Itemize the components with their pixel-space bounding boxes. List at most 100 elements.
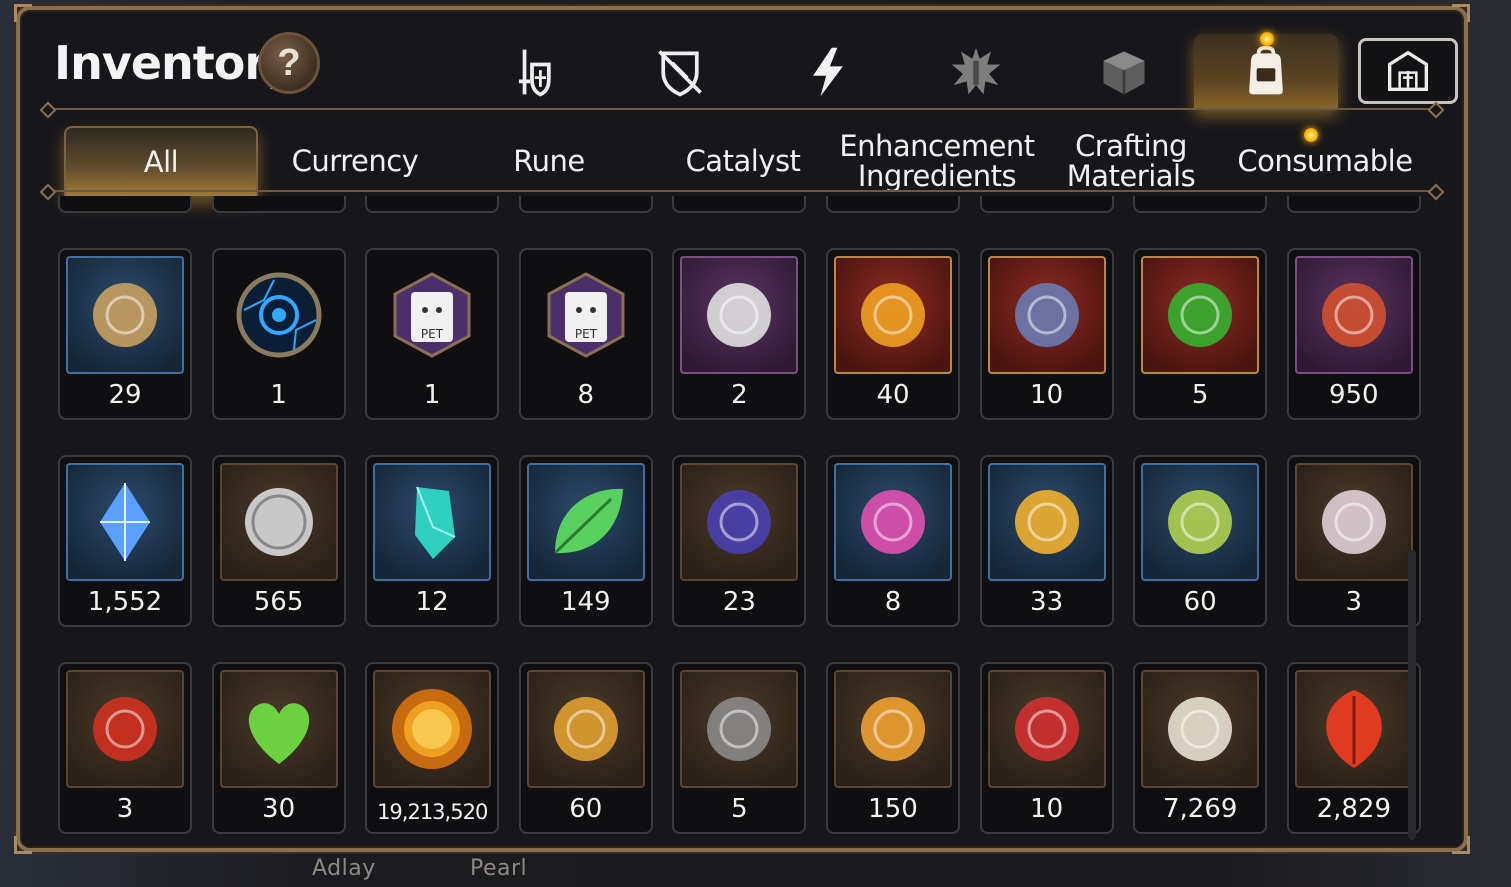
item-slot[interactable]: 5 bbox=[672, 662, 807, 834]
item-slot[interactable]: 12 bbox=[365, 455, 500, 627]
item-slot[interactable]: 565 bbox=[211, 455, 346, 627]
item-slot[interactable]: 8 bbox=[826, 455, 960, 627]
emblem-tab[interactable] bbox=[904, 34, 1048, 110]
item-slot[interactable]: 1 bbox=[211, 248, 346, 420]
skill-tab[interactable] bbox=[756, 34, 900, 110]
item-slot-partial[interactable] bbox=[1286, 196, 1421, 213]
item-count: 2 bbox=[731, 380, 748, 410]
item-slot-partial[interactable] bbox=[211, 196, 346, 213]
item-slot[interactable]: 33 bbox=[979, 455, 1114, 627]
item-thumbnail bbox=[680, 256, 799, 374]
item-slot-partial[interactable] bbox=[826, 196, 960, 213]
item-slot[interactable]: 19,213,520 bbox=[365, 662, 500, 834]
item-slot[interactable]: PET 8 bbox=[518, 248, 653, 420]
silver-coin-icon bbox=[244, 488, 313, 556]
item-slot[interactable]: 150 bbox=[826, 662, 960, 834]
guild-tab[interactable] bbox=[1358, 38, 1458, 104]
item-thumbnail bbox=[1294, 256, 1413, 374]
materials-tab[interactable] bbox=[1052, 34, 1196, 110]
bag-tab[interactable] bbox=[1194, 32, 1338, 110]
pet-food-bag-icon: PET bbox=[393, 272, 471, 358]
item-slot[interactable]: 60 bbox=[1133, 455, 1268, 627]
item-count: 40 bbox=[876, 380, 910, 410]
item-slot[interactable]: 950 bbox=[1286, 248, 1421, 420]
item-count: 2,829 bbox=[1316, 794, 1392, 824]
item-thumbnail bbox=[66, 256, 184, 374]
item-slot[interactable]: 10 bbox=[979, 248, 1114, 420]
item-count: 565 bbox=[253, 587, 304, 617]
item-slot-partial[interactable] bbox=[518, 196, 653, 213]
ginseng-root-icon bbox=[93, 283, 157, 347]
lightning-icon bbox=[813, 47, 843, 97]
item-grid-scrollbar[interactable] bbox=[1408, 550, 1416, 840]
blue-rune-orb-icon bbox=[236, 272, 322, 358]
inventory-panel: Inventory ? All Currency Rune Catalyst E… bbox=[14, 4, 1470, 854]
item-thumbnail bbox=[1141, 670, 1260, 788]
item-slot-partial[interactable] bbox=[58, 196, 192, 213]
equipment-tab[interactable] bbox=[460, 34, 604, 110]
item-thumbnail bbox=[373, 463, 492, 581]
item-thumbnail bbox=[220, 256, 338, 374]
red-banner-icon bbox=[1014, 697, 1079, 761]
green-leaf-icon bbox=[553, 488, 623, 555]
red-leaf-icon bbox=[1326, 690, 1382, 768]
green-heart-icon bbox=[248, 703, 309, 764]
item-count: 33 bbox=[1030, 587, 1064, 617]
pink-crystal-pile-icon bbox=[861, 490, 925, 554]
broken-shield-icon bbox=[658, 50, 702, 97]
compass-stone-icon bbox=[707, 697, 772, 761]
item-count: 8 bbox=[577, 380, 595, 410]
item-count: 60 bbox=[1183, 587, 1217, 617]
tab-catalyst[interactable]: Catalyst bbox=[646, 126, 840, 196]
item-slot[interactable]: 3 bbox=[58, 662, 192, 834]
svg-text:PET: PET bbox=[575, 327, 598, 341]
item-slot[interactable]: 7,269 bbox=[1133, 662, 1268, 834]
consumable-notification-dot bbox=[1304, 128, 1318, 142]
item-thumbnail bbox=[1141, 256, 1260, 374]
feather-wand-icon bbox=[707, 283, 772, 347]
item-slot[interactable]: 30 bbox=[211, 662, 346, 834]
tab-crafting-materials[interactable]: Crafting Materials bbox=[1034, 126, 1228, 196]
category-tab-bar: All Currency Rune Catalyst Enhancement I… bbox=[64, 126, 1454, 196]
tab-currency[interactable]: Currency bbox=[258, 126, 452, 196]
item-slot[interactable]: 1,552 bbox=[58, 455, 192, 627]
item-slot[interactable]: 10 bbox=[979, 662, 1114, 834]
item-slot[interactable]: 29 bbox=[58, 248, 192, 420]
item-thumbnail bbox=[680, 670, 799, 788]
item-slot[interactable]: 2 bbox=[672, 248, 807, 420]
tab-all[interactable]: All bbox=[64, 126, 258, 196]
item-count: 149 bbox=[560, 587, 611, 617]
svg-text:PET: PET bbox=[421, 327, 444, 341]
item-slot-partial[interactable] bbox=[1133, 196, 1268, 213]
item-thumbnail bbox=[680, 463, 799, 581]
tab-rune[interactable]: Rune bbox=[452, 126, 646, 196]
artifact-tab[interactable] bbox=[608, 34, 752, 110]
item-slot[interactable]: 23 bbox=[672, 455, 807, 627]
item-count: 1 bbox=[270, 380, 287, 410]
item-thumbnail bbox=[66, 463, 184, 581]
item-slot[interactable]: 149 bbox=[518, 455, 653, 627]
item-count: 7,269 bbox=[1162, 794, 1238, 824]
item-count: 5 bbox=[1191, 380, 1209, 410]
item-slot-partial[interactable] bbox=[365, 196, 500, 213]
pod-device-icon bbox=[1321, 490, 1386, 554]
item-slot[interactable]: 2,829 bbox=[1286, 662, 1421, 834]
item-thumbnail bbox=[219, 463, 338, 581]
item-slot-partial[interactable] bbox=[979, 196, 1114, 213]
item-count: 30 bbox=[262, 794, 296, 824]
necklace-icon bbox=[1014, 283, 1079, 347]
item-slot[interactable]: 60 bbox=[518, 662, 653, 834]
item-slot[interactable]: 5 bbox=[1133, 248, 1268, 420]
pet-card-icon bbox=[707, 490, 772, 554]
item-thumbnail bbox=[219, 670, 338, 788]
item-slot[interactable]: 3 bbox=[1286, 455, 1421, 627]
item-thumbnail bbox=[987, 463, 1106, 581]
item-slot-partial[interactable] bbox=[672, 196, 807, 213]
background-label-right: Pearl bbox=[470, 856, 528, 881]
item-thumbnail bbox=[1294, 670, 1413, 788]
tab-enhancement-ingredients[interactable]: Enhancement Ingredients bbox=[839, 126, 1035, 196]
item-slot[interactable]: PET 1 bbox=[365, 248, 500, 420]
tab-consumable[interactable]: Consumable bbox=[1228, 126, 1422, 196]
item-slot[interactable]: 40 bbox=[826, 248, 960, 420]
help-button[interactable]: ? bbox=[258, 32, 320, 94]
